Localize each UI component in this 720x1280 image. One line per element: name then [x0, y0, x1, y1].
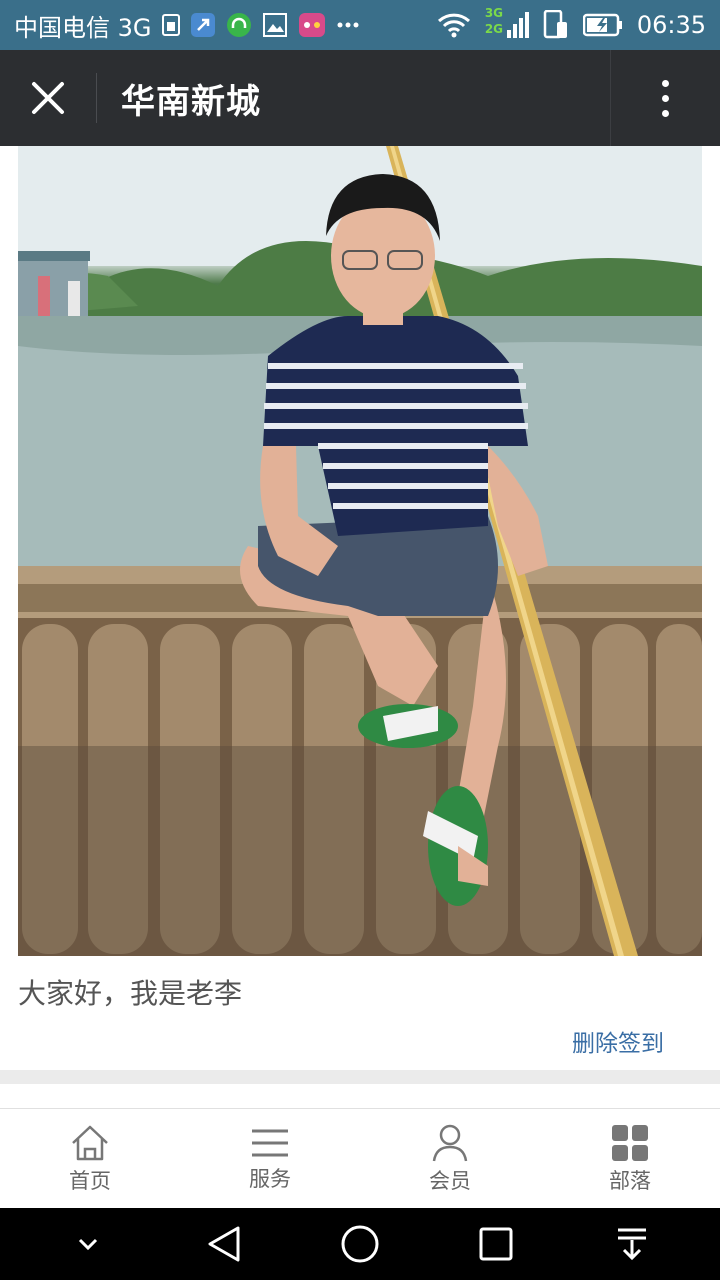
clock-time: 06:35	[636, 11, 706, 39]
back-button[interactable]	[179, 1208, 269, 1280]
tab-label-tribe: 部落	[609, 1168, 651, 1193]
more-options-button[interactable]	[610, 50, 720, 146]
tab-member[interactable]: 会员	[360, 1109, 540, 1208]
tab-label-home: 首页	[69, 1168, 111, 1193]
battery-icon	[582, 13, 623, 37]
notification-pull-button[interactable]	[587, 1208, 677, 1280]
home-button[interactable]	[315, 1208, 405, 1280]
person-icon	[432, 1124, 468, 1161]
delete-checkin-link[interactable]: 删除签到	[572, 1024, 664, 1058]
home-icon	[72, 1125, 108, 1160]
app-header: 华南新城	[0, 50, 720, 146]
chevron-down-icon	[78, 1238, 98, 1251]
close-icon	[32, 82, 64, 114]
sim-icon	[161, 13, 180, 37]
more-vertical-icon	[662, 79, 669, 117]
tab-home[interactable]: 首页	[0, 1109, 180, 1208]
network-badge-bottom: 2G	[484, 22, 504, 36]
pull-down-icon	[618, 1228, 646, 1261]
tab-label-services: 服务	[249, 1166, 291, 1191]
tab-tribe[interactable]: 部落	[540, 1109, 720, 1208]
page-title: 华南新城	[121, 81, 261, 122]
status-bar: 中国电信 3G 3G 2G 06:35	[0, 0, 720, 50]
carrier-label: 中国电信 3G	[14, 13, 152, 42]
gallery-icon	[262, 12, 288, 38]
headset-icon	[226, 12, 252, 38]
recents-button[interactable]	[451, 1208, 541, 1280]
status-left: 中国电信 3G	[14, 8, 437, 43]
hide-nav-button[interactable]	[43, 1208, 133, 1280]
game-icon	[298, 12, 326, 38]
close-button[interactable]	[0, 50, 96, 146]
recents-square-icon	[479, 1227, 513, 1261]
post-text: 大家好，我是老李	[18, 977, 243, 1010]
back-triangle-icon	[208, 1226, 240, 1262]
tab-services[interactable]: 服务	[180, 1109, 360, 1208]
section-divider	[0, 1070, 720, 1084]
phone-icon	[543, 10, 569, 40]
tab-label-member: 会员	[429, 1168, 471, 1193]
network-badge-top: 3G	[484, 6, 504, 20]
status-right: 3G 2G 06:35	[437, 6, 706, 42]
bluetooth-app-icon	[190, 12, 216, 38]
home-circle-icon	[341, 1225, 379, 1263]
system-nav-bar	[0, 1208, 720, 1280]
signal-icon: 3G 2G	[484, 6, 529, 42]
grid-icon	[612, 1124, 648, 1161]
wifi-icon	[437, 12, 471, 38]
menu-list-icon	[252, 1129, 288, 1156]
post-photo[interactable]	[18, 146, 702, 956]
header-divider	[96, 73, 97, 123]
post-content: 大家好，我是老李 删除签到	[0, 146, 720, 1108]
bottom-tab-bar: 首页 服务 会员 部落	[0, 1108, 720, 1208]
more-notifications-icon	[336, 21, 360, 29]
